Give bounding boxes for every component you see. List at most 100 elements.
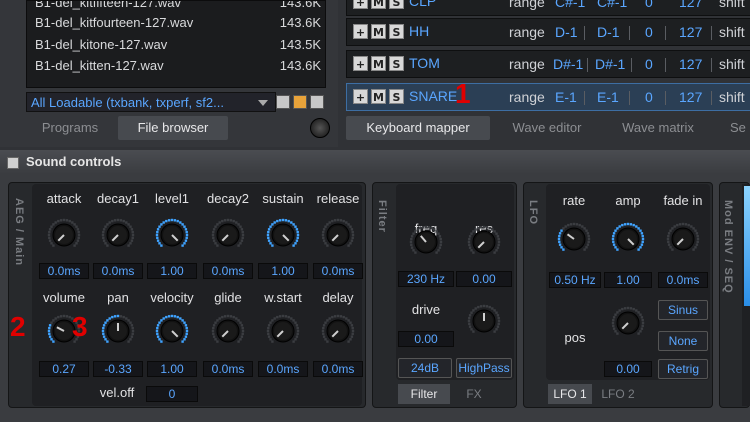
range-high[interactable]: E-1 bbox=[597, 89, 619, 105]
tab-sequencer[interactable]: Se bbox=[716, 116, 750, 140]
w-start-value[interactable]: 0.0ms bbox=[258, 361, 308, 377]
velocity-max[interactable]: 127 bbox=[679, 89, 702, 105]
vel-off-value[interactable]: 0 bbox=[146, 386, 198, 402]
folder-icon[interactable] bbox=[310, 95, 324, 109]
add-button[interactable]: + bbox=[353, 89, 368, 104]
knob-icon[interactable] bbox=[310, 118, 330, 138]
zone-name[interactable]: CLP bbox=[409, 0, 436, 9]
sustain-knob[interactable] bbox=[266, 218, 300, 252]
lfo-wave-select[interactable]: Sinus bbox=[658, 300, 708, 320]
mute-button[interactable]: M bbox=[371, 89, 386, 104]
range-high[interactable]: C#-1 bbox=[597, 0, 627, 10]
velocity-max[interactable]: 127 bbox=[679, 24, 702, 40]
glide-value[interactable]: 0.0ms bbox=[203, 361, 253, 377]
mute-button[interactable]: M bbox=[371, 56, 386, 71]
release-knob[interactable] bbox=[321, 218, 355, 252]
tab-lfo-1[interactable]: LFO 1 bbox=[548, 384, 592, 404]
velocity-min[interactable]: 0 bbox=[645, 24, 653, 40]
range-low[interactable]: D#-1 bbox=[553, 56, 583, 72]
level1-value[interactable]: 1.00 bbox=[147, 263, 197, 279]
range-low[interactable]: D-1 bbox=[555, 24, 578, 40]
tab-keyboard-mapper[interactable]: Keyboard mapper bbox=[346, 116, 490, 140]
freq-value[interactable]: 230 Hz bbox=[398, 271, 454, 287]
velocity-max[interactable]: 127 bbox=[679, 0, 702, 10]
velocity-min[interactable]: 0 bbox=[645, 56, 653, 72]
res-value[interactable]: 0.00 bbox=[456, 271, 512, 287]
speaker-icon[interactable] bbox=[293, 95, 307, 109]
velocity-min[interactable]: 0 bbox=[645, 0, 653, 10]
solo-button[interactable]: S bbox=[389, 56, 404, 71]
retrig-toggle[interactable]: Retrig bbox=[658, 359, 708, 379]
filter-slope-select[interactable]: 24dB bbox=[398, 358, 452, 378]
drive-value[interactable]: 0.00 bbox=[398, 331, 454, 347]
zone-name[interactable]: TOM bbox=[409, 55, 440, 71]
file-list[interactable]: B1-del_kitfifteen-127.wav 143.6K B1-del_k… bbox=[26, 0, 326, 88]
range-high[interactable]: D#-1 bbox=[595, 56, 625, 72]
solo-button[interactable]: S bbox=[389, 0, 404, 9]
tab-filter[interactable]: Filter bbox=[398, 384, 450, 404]
mute-button[interactable]: M bbox=[371, 24, 386, 39]
add-button[interactable]: + bbox=[353, 24, 368, 39]
solo-button[interactable]: S bbox=[389, 89, 404, 104]
file-row[interactable]: B1-del_kitfifteen-127.wav 143.6K bbox=[35, 1, 321, 15]
tab-programs[interactable]: Programs bbox=[26, 116, 114, 140]
zone-name[interactable]: SNARE bbox=[409, 88, 457, 104]
amp-knob[interactable] bbox=[611, 222, 645, 256]
filter-type-select[interactable]: HighPass bbox=[456, 358, 512, 378]
fade-in-knob[interactable] bbox=[666, 222, 700, 256]
pos-value[interactable]: 0.00 bbox=[604, 361, 652, 377]
zone-name[interactable]: HH bbox=[409, 23, 429, 39]
file-row[interactable]: B1-del_kitten-127.wav 143.6K bbox=[35, 58, 321, 78]
range-low[interactable]: E-1 bbox=[555, 89, 577, 105]
rate-knob[interactable] bbox=[557, 222, 591, 256]
sustain-value[interactable]: 1.00 bbox=[258, 263, 308, 279]
tab-fx[interactable]: FX bbox=[452, 384, 496, 404]
velocity-min[interactable]: 0 bbox=[645, 89, 653, 105]
decay1-knob[interactable] bbox=[101, 218, 135, 252]
pan-knob[interactable] bbox=[101, 314, 135, 348]
velocity-knob[interactable] bbox=[155, 314, 189, 348]
lfo-sync-select[interactable]: None bbox=[658, 331, 708, 351]
level1-knob[interactable] bbox=[155, 218, 189, 252]
amp-value[interactable]: 1.00 bbox=[604, 272, 652, 288]
key-zone-row-selected[interactable]: + M S SNARE range E-1 E-1 0 127 shift bbox=[346, 83, 750, 111]
tab-lfo-2[interactable]: LFO 2 bbox=[596, 384, 640, 404]
tab-file-browser[interactable]: File browser bbox=[118, 116, 228, 140]
file-row[interactable]: B1-del_kitone-127.wav 143.5K bbox=[35, 37, 321, 57]
mute-button[interactable]: M bbox=[371, 0, 386, 9]
tab-wave-matrix[interactable]: Wave matrix bbox=[604, 116, 712, 140]
decay2-knob[interactable] bbox=[211, 218, 245, 252]
freq-knob[interactable] bbox=[409, 225, 443, 259]
release-value[interactable]: 0.0ms bbox=[313, 263, 363, 279]
volume-value[interactable]: 0.27 bbox=[39, 361, 89, 377]
w-start-knob[interactable] bbox=[266, 314, 300, 348]
res-knob[interactable] bbox=[467, 225, 501, 259]
range-high[interactable]: D-1 bbox=[597, 24, 620, 40]
drive-knob[interactable] bbox=[467, 304, 501, 338]
collapse-icon[interactable] bbox=[7, 157, 19, 169]
velocity-max[interactable]: 127 bbox=[679, 56, 702, 72]
delay-knob[interactable] bbox=[321, 314, 355, 348]
decay2-value[interactable]: 0.0ms bbox=[203, 263, 253, 279]
file-row[interactable]: B1-del_kitfourteen-127.wav 143.6K bbox=[35, 15, 321, 35]
attack-value[interactable]: 0.0ms bbox=[39, 263, 89, 279]
range-low[interactable]: C#-1 bbox=[555, 0, 585, 10]
decay1-value[interactable]: 0.0ms bbox=[93, 263, 143, 279]
delay-value[interactable]: 0.0ms bbox=[313, 361, 363, 377]
pan-value[interactable]: -0.33 bbox=[93, 361, 143, 377]
glide-knob[interactable] bbox=[211, 314, 245, 348]
velocity-value[interactable]: 1.00 bbox=[147, 361, 197, 377]
add-button[interactable]: + bbox=[353, 56, 368, 71]
pos-knob[interactable] bbox=[611, 306, 645, 340]
key-zone-row[interactable]: + M S TOM range D#-1 D#-1 0 127 shift bbox=[346, 50, 750, 78]
rate-value[interactable]: 0.50 Hz bbox=[549, 272, 601, 288]
file-type-filter[interactable]: All Loadable (txbank, txperf, sf2... bbox=[26, 92, 276, 112]
play-icon[interactable] bbox=[276, 95, 290, 109]
solo-button[interactable]: S bbox=[389, 24, 404, 39]
key-zone-row[interactable]: + M S CLP range C#-1 C#-1 0 127 shift bbox=[346, 0, 750, 16]
key-zone-row[interactable]: + M S HH range D-1 D-1 0 127 shift bbox=[346, 18, 750, 46]
attack-knob[interactable] bbox=[47, 218, 81, 252]
chevron-down-icon[interactable] bbox=[258, 100, 268, 106]
fade-in-value[interactable]: 0.0ms bbox=[658, 272, 708, 288]
tab-wave-editor[interactable]: Wave editor bbox=[494, 116, 600, 140]
